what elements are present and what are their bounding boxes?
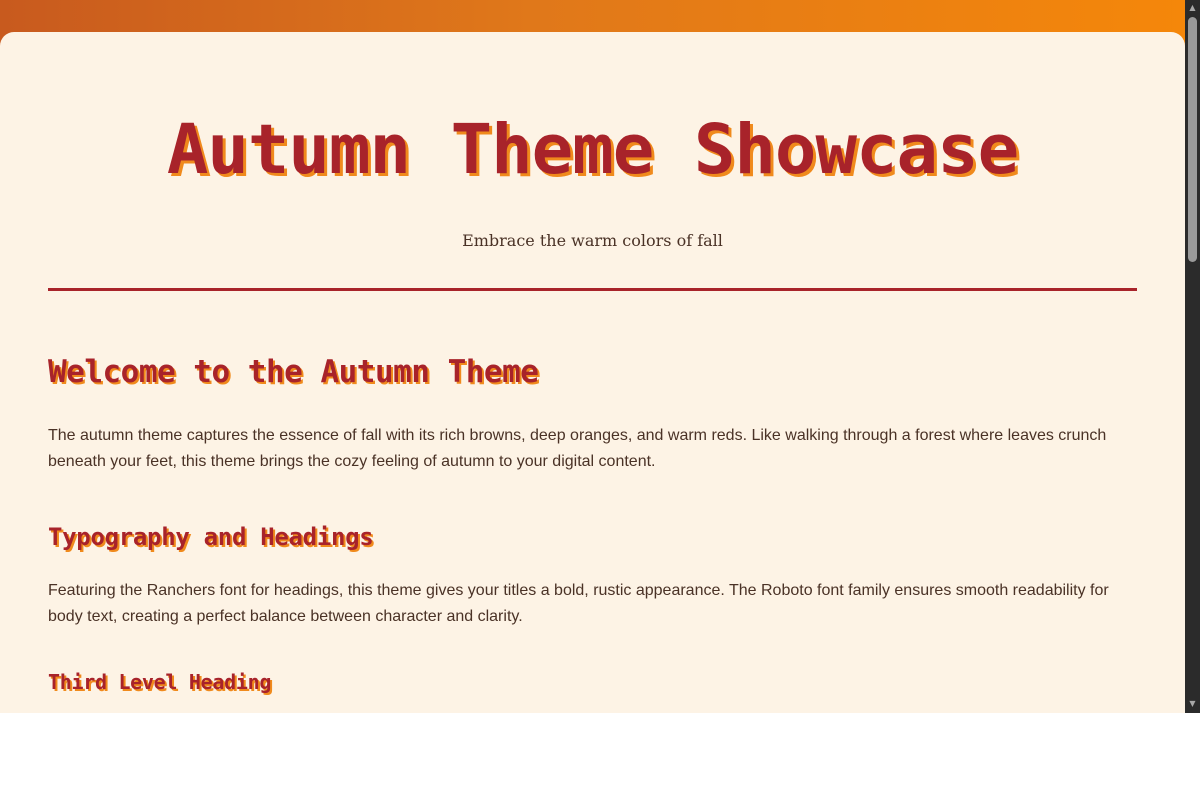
page-subtitle: Embrace the warm colors of fall: [462, 231, 723, 250]
scrollbar-thumb[interactable]: [1188, 17, 1197, 262]
section-heading-welcome: Welcome to the Autumn Theme: [48, 354, 539, 390]
header-divider: [48, 288, 1137, 291]
scroll-down-arrow-icon[interactable]: ▼: [1185, 697, 1200, 711]
section-heading-third-level: Third Level Heading: [48, 670, 272, 694]
scroll-up-arrow-icon[interactable]: ▲: [1185, 1, 1200, 15]
section-heading-typography: Typography and Headings: [48, 523, 374, 551]
page-title: Autumn Theme Showcase: [166, 110, 1019, 190]
section-body-typography: Featuring the Ranchers font for headings…: [48, 582, 1109, 625]
page-viewport: Autumn Theme Showcase Embrace the warm c…: [0, 0, 1185, 713]
section-body-welcome: The autumn theme captures the essence of…: [48, 427, 1107, 470]
vertical-scrollbar[interactable]: ▲ ▼: [1185, 0, 1200, 713]
